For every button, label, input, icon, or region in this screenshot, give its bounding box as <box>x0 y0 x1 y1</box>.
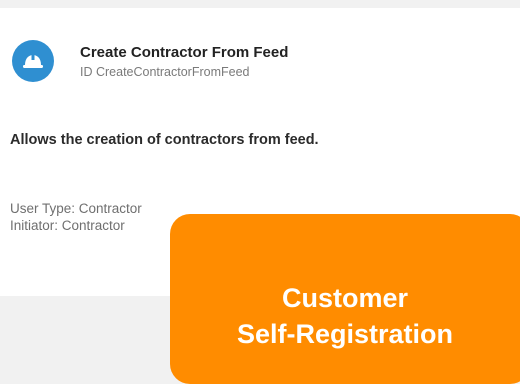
banner-line-2: Self-Registration <box>236 319 454 349</box>
initiator-text: Initiator: Contractor <box>10 218 125 233</box>
card-title: Create Contractor From Feed <box>80 44 289 61</box>
banner-text: Customer Self-Registration <box>170 280 520 352</box>
banner-line-1: Customer <box>281 283 409 313</box>
customer-self-registration-banner: Customer Self-Registration <box>170 214 520 384</box>
hard-hat-icon <box>12 40 54 82</box>
card-id: ID CreateContractorFromFeed <box>80 65 250 79</box>
card-description: Allows the creation of contractors from … <box>10 132 319 148</box>
card-meta: User Type: Contractor Initiator: Contrac… <box>10 200 142 234</box>
user-type-text: User Type: Contractor <box>10 201 142 216</box>
